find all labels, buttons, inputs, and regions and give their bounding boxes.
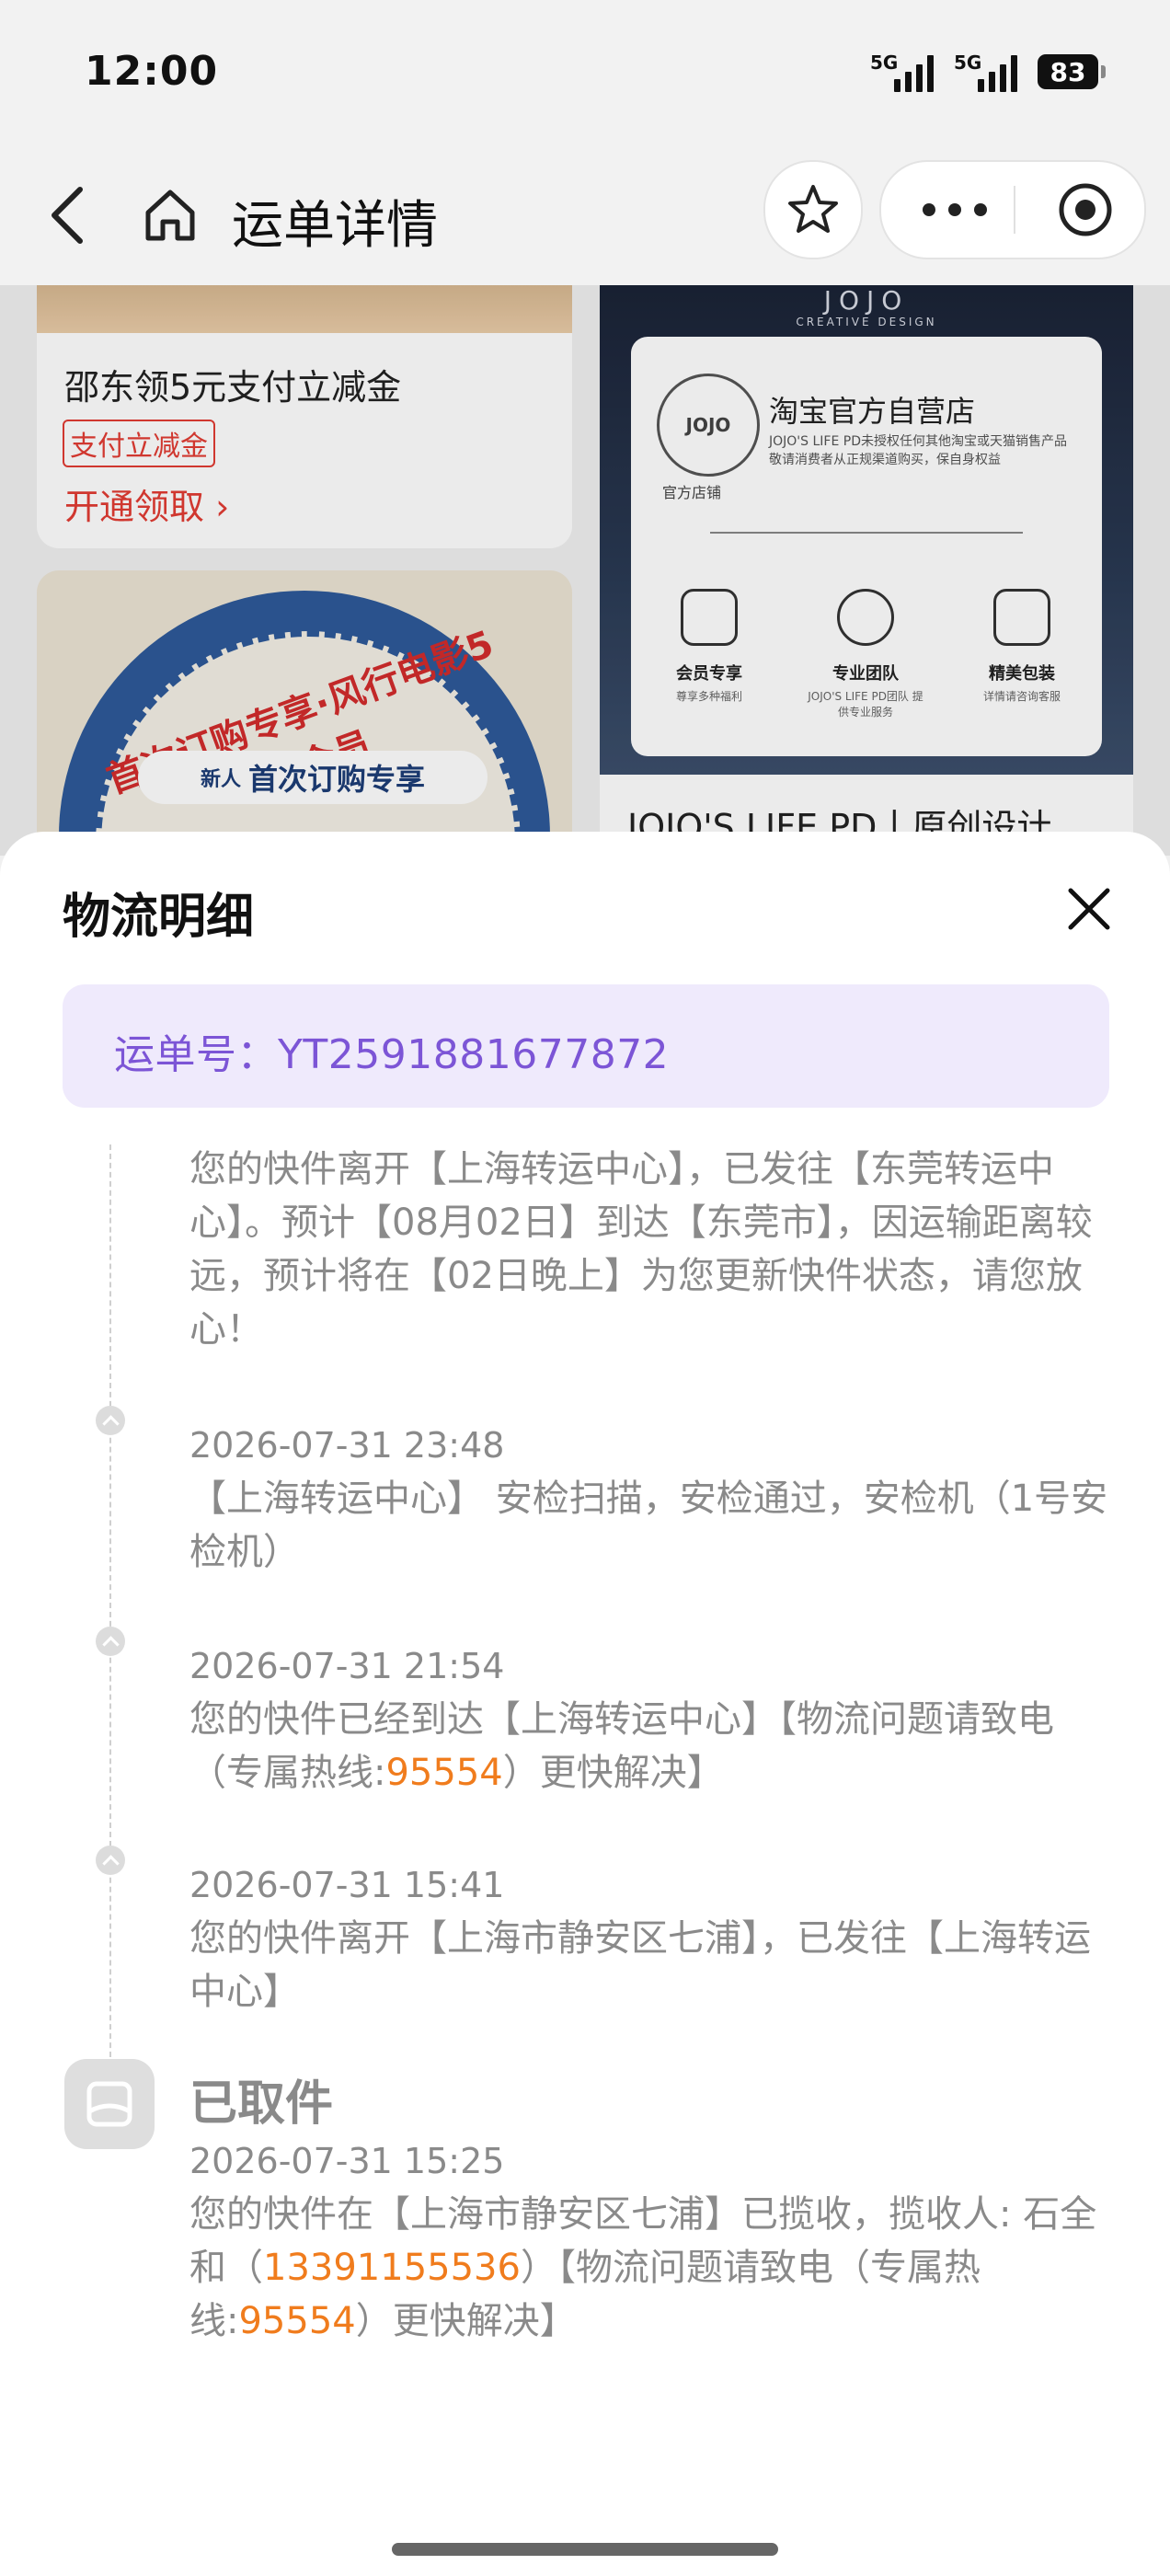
picked-up-title: 已取件 bbox=[189, 2076, 334, 2132]
page-title: 运单详情 bbox=[232, 196, 438, 256]
hotline-link[interactable]: 95554 bbox=[385, 1752, 502, 1794]
timeline-time: 2026-07-31 15:41 bbox=[189, 1865, 505, 1905]
pickup-icon bbox=[64, 2059, 155, 2149]
timeline-entry: 您的快件离开【上海转运中心】，已发往【东莞转运中心】。预计【08月02日】到达【… bbox=[189, 1143, 1109, 1356]
timeline-entry: 2026-07-31 15:25 您的快件在【上海市静安区七浦】已揽收，揽收人:… bbox=[189, 2134, 1109, 2348]
waybill-number-box[interactable]: 运单号：YT2591881677872 bbox=[63, 984, 1109, 1108]
waybill-number[interactable]: 运单号：YT2591881677872 bbox=[114, 1021, 669, 1080]
timeline-time: 2026-07-31 15:25 bbox=[189, 2141, 505, 2181]
nav-bar: 运单详情 bbox=[0, 147, 1170, 285]
timeline-node-icon bbox=[96, 1406, 125, 1435]
timeline-time: 2026-07-31 21:54 bbox=[189, 1646, 505, 1686]
timeline-desc-text: ）更快解决】 bbox=[355, 2300, 577, 2342]
courier-phone-link[interactable]: 13391155536 bbox=[263, 2247, 521, 2289]
package-icon bbox=[86, 2081, 132, 2127]
timeline-entry: 2026-07-31 15:41 您的快件离开【上海市静安区七浦】，已发往【上海… bbox=[189, 1858, 1109, 2018]
battery-icon: 83 bbox=[1038, 54, 1106, 89]
sheet-title: 物流明细 bbox=[63, 890, 255, 945]
network-type-label: 5G bbox=[870, 52, 899, 74]
logistics-sheet: 物流明细 运单号：YT2591881677872 您的快件离开【上海转运中心】，… bbox=[0, 832, 1170, 2576]
timeline-node-icon bbox=[96, 1846, 125, 1875]
timeline-desc: 【上海转运中心】 安检扫描，安检通过，安检机（1号安检机） bbox=[189, 1478, 1108, 1573]
target-icon bbox=[1059, 183, 1112, 236]
timeline-desc-text: ）更快解决】 bbox=[502, 1752, 724, 1794]
network-type-label: 5G bbox=[954, 52, 982, 74]
status-time: 12:00 bbox=[85, 48, 219, 95]
hotline-link[interactable]: 95554 bbox=[238, 2300, 355, 2342]
star-icon bbox=[788, 185, 838, 233]
timeline-desc: 您的快件已经到达【上海转运中心】【物流问题请致电（专属热线:95554）更快解决… bbox=[189, 1693, 1109, 1800]
chevron-left-icon bbox=[52, 187, 83, 244]
more-button[interactable] bbox=[900, 162, 1010, 258]
home-indicator[interactable] bbox=[392, 2543, 778, 2556]
signal-icon: 5G bbox=[870, 52, 934, 92]
close-icon bbox=[1068, 888, 1110, 930]
mini-program-capsule bbox=[879, 160, 1146, 259]
timeline-time: 2026-07-31 23:48 bbox=[189, 1425, 505, 1466]
timeline-desc: 您的快件在【上海市静安区七浦】已揽收，揽收人: 石全和（13391155536）… bbox=[189, 2188, 1109, 2348]
timeline-node-icon bbox=[96, 1627, 125, 1656]
timeline-desc: 您的快件离开【上海转运中心】，已发往【东莞转运中心】。预计【08月02日】到达【… bbox=[189, 1148, 1093, 1351]
dim-overlay[interactable] bbox=[0, 285, 1170, 856]
home-button[interactable] bbox=[136, 180, 204, 248]
signal-icon: 5G bbox=[954, 52, 1017, 92]
timeline-entry: 2026-07-31 23:48 【上海转运中心】 安检扫描，安检通过，安检机（… bbox=[189, 1419, 1109, 1579]
more-dots-icon bbox=[923, 203, 987, 216]
timeline-line bbox=[109, 1144, 111, 2066]
close-button[interactable] bbox=[1058, 878, 1120, 940]
status-indicators: 5G 5G 83 bbox=[870, 52, 1106, 92]
home-icon bbox=[145, 190, 195, 241]
timeline-entry: 2026-07-31 21:54 您的快件已经到达【上海转运中心】【物流问题请致… bbox=[189, 1639, 1109, 1800]
capsule-divider bbox=[1014, 186, 1015, 234]
close-mini-program-button[interactable] bbox=[1038, 162, 1133, 258]
back-button[interactable] bbox=[35, 177, 99, 254]
timeline-desc: 您的快件离开【上海市静安区七浦】，已发往【上海转运中心】 bbox=[189, 1917, 1091, 2013]
favorite-button[interactable] bbox=[763, 160, 863, 259]
status-bar: 12:00 5G 5G 83 bbox=[0, 0, 1170, 147]
